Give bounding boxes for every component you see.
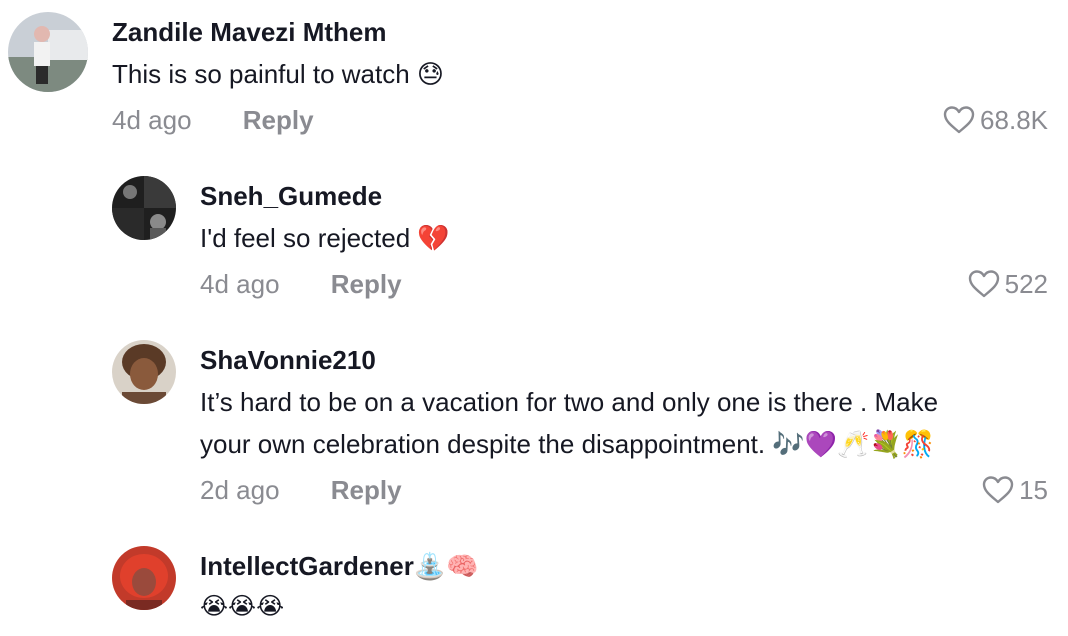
heart-outline-icon bbox=[982, 476, 1014, 504]
reply-button[interactable]: Reply bbox=[243, 105, 314, 135]
comment-time: 4d ago bbox=[200, 269, 280, 299]
comment-time: 2d ago bbox=[200, 475, 280, 505]
avatar-photo-icon bbox=[112, 340, 176, 404]
reply-button[interactable]: Reply bbox=[331, 269, 402, 299]
comment-meta: 2d ago Reply bbox=[200, 474, 402, 506]
avatar-photo-icon bbox=[8, 12, 88, 92]
like-count: 15 bbox=[1019, 475, 1048, 505]
comment-time: 4d ago bbox=[112, 105, 192, 135]
heart-outline-icon bbox=[943, 106, 975, 134]
like-count: 522 bbox=[1004, 269, 1048, 299]
comment-text-line-2: your own celebration despite the disappo… bbox=[200, 429, 935, 459]
comment-text: This is so painful to watch 😓 bbox=[112, 59, 445, 89]
avatar[interactable] bbox=[112, 176, 176, 240]
like-button[interactable]: 68.8K bbox=[942, 104, 1048, 136]
comment-username[interactable]: Sneh_Gumede bbox=[200, 180, 382, 212]
avatar[interactable] bbox=[112, 546, 176, 610]
comment-text-line-1: It’s hard to be on a vacation for two an… bbox=[200, 387, 939, 417]
comment-meta: 4d ago Reply bbox=[200, 268, 402, 300]
comment-username[interactable]: Zandile Mavezi Mthem bbox=[112, 16, 387, 48]
comment-username[interactable]: ShaVonnie210 bbox=[200, 344, 376, 376]
avatar[interactable] bbox=[112, 340, 176, 404]
like-count: 68.8K bbox=[980, 105, 1048, 135]
comment-text: I'd feel so rejected 💔 bbox=[200, 223, 450, 253]
comment-text: 😭😭😭 bbox=[200, 593, 285, 620]
avatar-photo-icon bbox=[112, 176, 176, 240]
avatar[interactable] bbox=[8, 12, 88, 92]
avatar-photo-icon bbox=[112, 546, 176, 610]
comment-username[interactable]: IntellectGardener⛲🧠 bbox=[200, 550, 479, 582]
comment-meta: 4d ago Reply bbox=[112, 104, 314, 136]
like-button[interactable]: 522 bbox=[967, 268, 1048, 300]
heart-outline-icon bbox=[968, 270, 999, 298]
reply-button[interactable]: Reply bbox=[331, 475, 402, 505]
like-button[interactable]: 15 bbox=[981, 474, 1048, 506]
